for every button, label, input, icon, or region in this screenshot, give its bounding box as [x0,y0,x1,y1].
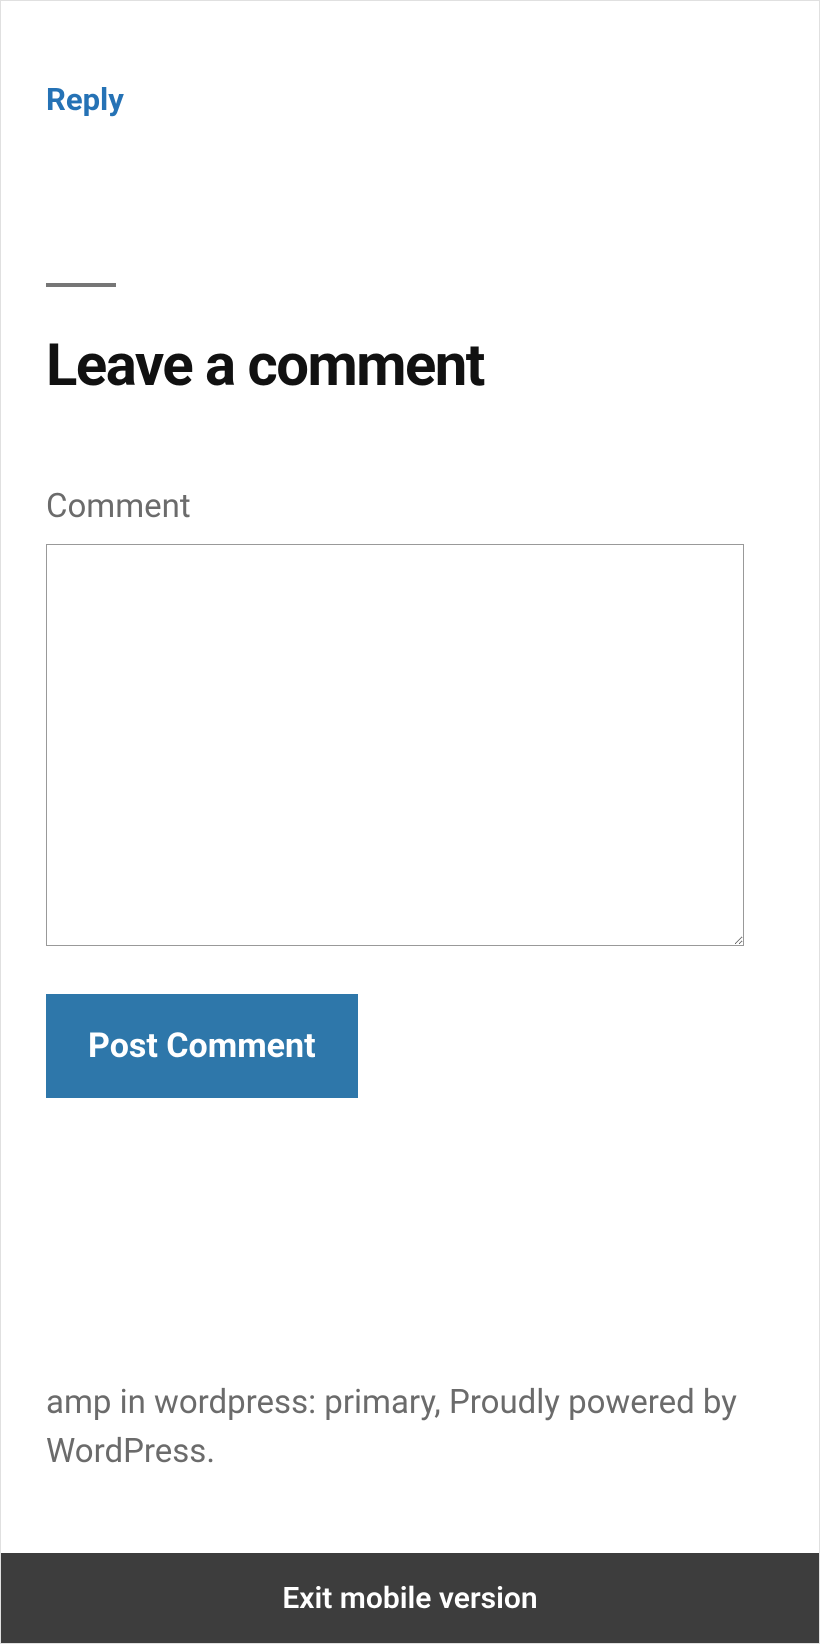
leave-comment-heading: Leave a comment [46,335,774,399]
exit-mobile-bar[interactable]: Exit mobile version [1,1553,819,1643]
reply-link[interactable]: Reply [46,81,124,118]
post-comment-button[interactable]: Post Comment [46,994,358,1098]
heading-divider [46,283,116,287]
comment-field-label: Comment [46,487,774,526]
footer-credits: amp in wordpress: primary, Proudly power… [46,1378,774,1477]
exit-mobile-label: Exit mobile version [282,1581,537,1616]
comment-textarea[interactable] [46,544,744,946]
